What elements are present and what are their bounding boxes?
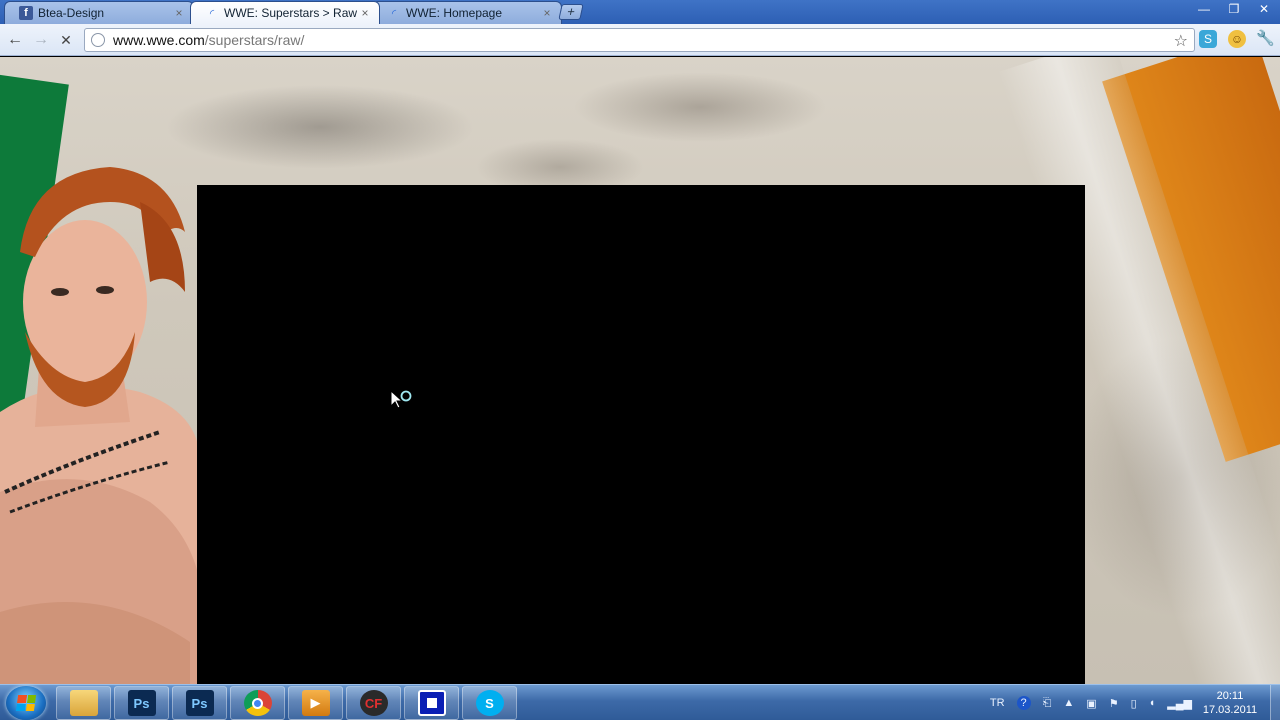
back-arrow-icon[interactable]: ←	[5, 30, 25, 50]
photoshop-icon: Ps	[127, 690, 156, 716]
help-icon[interactable]: ?	[1016, 696, 1031, 710]
taskbar-photoshop-2[interactable]: Ps	[172, 686, 227, 720]
taskbar-crossfire[interactable]: CF	[346, 686, 401, 720]
browser-toolbar: ← → ✕ www.wwe.com/superstars/raw/ ☆ S ☺ …	[0, 24, 1280, 56]
facebook-icon: f	[19, 6, 33, 20]
tab-strip: f Btea-Design × ◜ WWE: Superstars > Raw …	[0, 0, 1280, 24]
folder-icon	[69, 690, 98, 716]
start-button[interactable]	[6, 686, 46, 720]
show-hidden-icons[interactable]: ▲	[1063, 697, 1074, 709]
language-indicator[interactable]: TR	[990, 697, 1005, 709]
superstar-image	[0, 167, 200, 684]
tab-title: Btea-Design	[38, 6, 105, 20]
photoshop-icon: Ps	[185, 690, 214, 716]
taskbar-skype[interactable]: S	[462, 686, 517, 720]
clock-time: 20:11	[1216, 690, 1244, 702]
page-viewport	[0, 57, 1280, 684]
system-tray: TR ? ⎗ ▲ ▣ ⚑ ▯ ◖ ▂▄▆ 20:11 17.03.2011	[984, 685, 1280, 720]
crossfire-icon: CF	[359, 690, 388, 716]
taskbar-blue-app[interactable]	[404, 686, 459, 720]
window-controls: — ❐ ✕	[1198, 2, 1270, 16]
stop-loading-icon[interactable]: ✕	[56, 30, 76, 50]
smiley-extension-icon[interactable]: ☺	[1228, 30, 1246, 48]
tab-title: WWE: Homepage	[406, 6, 503, 20]
tray-app-icon[interactable]: ▣	[1086, 697, 1096, 710]
clock[interactable]: 20:11 17.03.2011	[1198, 689, 1262, 717]
tab-close-icon[interactable]: ×	[541, 6, 553, 20]
skype-icon: S	[475, 690, 504, 716]
forward-arrow-icon[interactable]: →	[31, 30, 51, 50]
url-path: /superstars/raw/	[204, 32, 305, 48]
network-adapter-icon[interactable]: ⎗	[1043, 697, 1052, 710]
windows-logo-icon	[15, 695, 37, 711]
tab-btea-design[interactable]: f Btea-Design ×	[4, 1, 194, 24]
video-player[interactable]	[197, 185, 1085, 684]
action-center-icon[interactable]: ⚑	[1109, 697, 1119, 710]
loading-spinner-icon: ◜	[391, 7, 397, 20]
taskbar-photoshop[interactable]: Ps	[114, 686, 169, 720]
tab-close-icon[interactable]: ×	[359, 6, 371, 20]
taskbar-explorer[interactable]	[56, 686, 111, 720]
chrome-icon	[243, 690, 272, 716]
show-desktop-button[interactable]	[1270, 685, 1280, 720]
url-host: www.wwe.com	[113, 32, 205, 48]
close-window-icon[interactable]: ✕	[1258, 2, 1270, 16]
tab-wwe-superstars-raw[interactable]: ◜ WWE: Superstars > Raw ×	[190, 1, 380, 24]
clock-date: 17.03.2011	[1202, 704, 1258, 716]
tab-title: WWE: Superstars > Raw	[224, 6, 358, 20]
windows-taskbar: Ps Ps ▶ CF S TR ? ⎗ ▲ ▣ ⚑ ▯ ◖ ▂▄▆ 20:11 …	[0, 684, 1280, 720]
battery-icon[interactable]: ▯	[1131, 697, 1137, 710]
media-player-icon: ▶	[301, 690, 330, 716]
wrench-icon[interactable]: 🔧	[1256, 30, 1275, 48]
bookmark-star-icon[interactable]: ☆	[1174, 31, 1188, 51]
address-bar[interactable]: www.wwe.com/superstars/raw/ ☆	[84, 28, 1195, 52]
tab-wwe-homepage[interactable]: ◜ WWE: Homepage ×	[372, 1, 562, 24]
new-tab-button[interactable]: +	[558, 4, 584, 20]
blue-app-icon	[417, 690, 446, 716]
tab-close-icon[interactable]: ×	[173, 6, 185, 20]
taskbar-chrome[interactable]	[230, 686, 285, 720]
minimize-icon[interactable]: —	[1198, 2, 1210, 16]
loading-spinner-icon: ◜	[209, 7, 215, 20]
busy-cursor-icon	[390, 390, 412, 409]
restore-icon[interactable]: ❐	[1228, 2, 1240, 16]
skype-extension-icon[interactable]: S	[1199, 30, 1217, 48]
signal-icon[interactable]: ▂▄▆	[1167, 697, 1192, 710]
page-icon	[91, 33, 105, 47]
taskbar-media-player[interactable]: ▶	[288, 686, 343, 720]
volume-icon[interactable]: ◖	[1149, 697, 1156, 709]
